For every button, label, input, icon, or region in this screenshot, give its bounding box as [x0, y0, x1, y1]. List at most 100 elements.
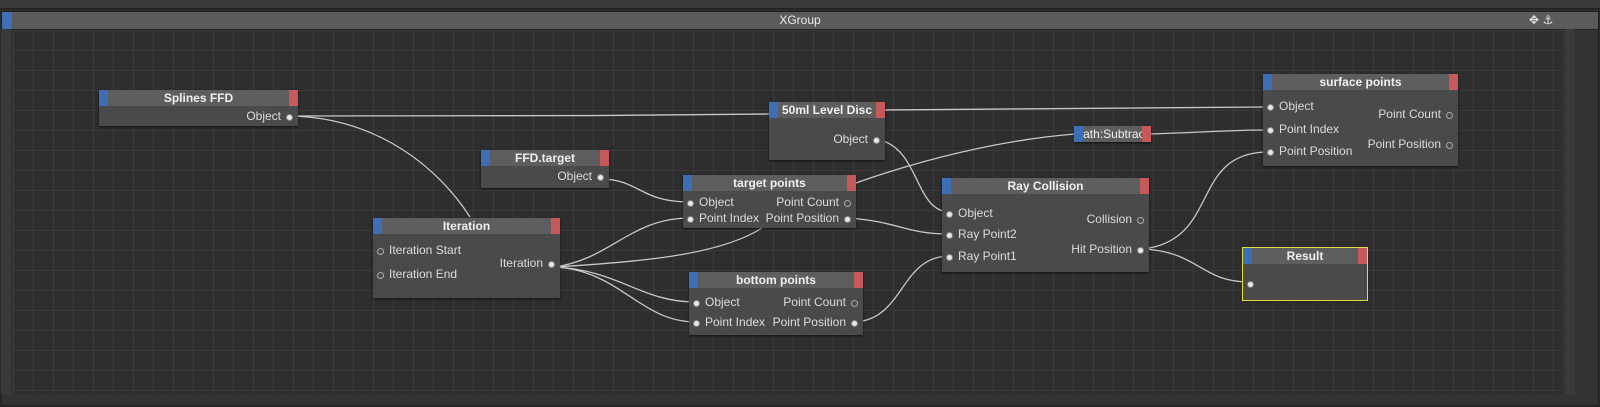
port-dot[interactable] [687, 200, 694, 207]
output-port-object[interactable]: Object [246, 109, 293, 123]
input-cap [689, 272, 698, 288]
node-target-points[interactable]: target points Object Point Index Point C… [683, 175, 856, 228]
move-icon[interactable]: ✥ [1527, 12, 1541, 28]
input-cap [1074, 126, 1083, 142]
node-title: Iteration [442, 219, 491, 233]
port-dot[interactable] [946, 254, 953, 261]
node-header[interactable]: FFD.target [481, 150, 609, 166]
port-dot[interactable] [1137, 217, 1144, 224]
port-dot[interactable] [693, 300, 700, 307]
port-dot[interactable] [377, 272, 384, 279]
input-port-point-index[interactable]: Point Index [687, 211, 759, 225]
output-cap [551, 218, 560, 234]
input-port-object[interactable]: Object [693, 295, 740, 309]
input-port-object[interactable]: Object [1267, 99, 1314, 113]
node-header[interactable]: bottom points [689, 272, 863, 288]
node-result[interactable]: Result [1242, 247, 1368, 301]
output-port-point-position[interactable]: Point Position [766, 211, 851, 225]
port-dot[interactable] [851, 320, 858, 327]
xgroup-titlebar[interactable]: XGroup ✥ ⚓ [2, 12, 1598, 30]
node-header[interactable]: Iteration [373, 218, 560, 234]
output-cap [854, 272, 863, 288]
input-port-object[interactable]: Object [946, 206, 993, 220]
port-dot[interactable] [873, 137, 880, 144]
node-header[interactable]: target points [683, 175, 856, 191]
node-surface-points[interactable]: surface points Object Point Index Point … [1263, 74, 1458, 166]
output-cap [1358, 248, 1367, 264]
right-port-bar [1565, 29, 1575, 395]
node-title: bottom points [736, 273, 816, 287]
input-cap [373, 218, 382, 234]
left-port-bar [1, 29, 11, 395]
output-cap [1140, 178, 1149, 194]
port-dot[interactable] [946, 232, 953, 239]
node-ffd-target[interactable]: FFD.target Object [481, 150, 609, 188]
input-port-ray-point2[interactable]: Ray Point2 [946, 227, 1017, 241]
port-dot[interactable] [1247, 281, 1254, 288]
output-cap [289, 90, 298, 106]
output-cap [847, 175, 856, 191]
node-header[interactable]: surface points [1263, 74, 1458, 90]
node-title: 50ml Level Disc [781, 103, 873, 117]
input-port-iteration-start[interactable]: Iteration Start [377, 243, 461, 257]
input-port-ray-point1[interactable]: Ray Point1 [946, 249, 1017, 263]
node-title: Result [1286, 249, 1324, 263]
input-port-result[interactable] [1247, 276, 1259, 290]
output-port-object[interactable]: Object [557, 169, 604, 183]
output-port-object[interactable]: Object [833, 132, 880, 146]
anchor-icon[interactable]: ⚓ [1541, 12, 1555, 28]
window-title: XGroup [779, 13, 821, 27]
input-port-point-position[interactable]: Point Position [1267, 144, 1352, 158]
output-port-point-count[interactable]: Point Count [1378, 107, 1453, 121]
input-cap [99, 90, 108, 106]
node-bottom-points[interactable]: bottom points Object Point Index Point C… [689, 272, 863, 335]
node-splines-ffd[interactable]: Splines FFD Object [99, 90, 298, 126]
output-cap [1449, 74, 1458, 90]
port-dot[interactable] [377, 248, 384, 255]
output-port-point-count[interactable]: Point Count [783, 295, 858, 309]
output-cap [600, 150, 609, 166]
port-dot[interactable] [1267, 127, 1274, 134]
node-math-subtract[interactable]: lath:Subtrac [1074, 126, 1151, 142]
port-dot[interactable] [1446, 112, 1453, 119]
port-dot[interactable] [687, 216, 694, 223]
node-ray-collision[interactable]: Ray Collision Object Ray Point2 Ray Poin… [942, 178, 1149, 272]
node-header[interactable]: Result [1243, 248, 1367, 264]
top-strip [0, 0, 1600, 9]
node-iteration[interactable]: Iteration Iteration Start Iteration End … [373, 218, 560, 298]
port-dot[interactable] [844, 216, 851, 223]
output-port-iteration[interactable]: Iteration [500, 256, 555, 270]
output-port-point-position[interactable]: Point Position [1368, 137, 1453, 151]
node-header[interactable]: Splines FFD [99, 90, 298, 106]
output-port-collision[interactable]: Collision [1087, 212, 1144, 226]
input-port-iteration-end[interactable]: Iteration End [377, 267, 457, 281]
port-dot[interactable] [286, 114, 293, 121]
port-dot[interactable] [844, 200, 851, 207]
port-dot[interactable] [693, 320, 700, 327]
port-dot[interactable] [851, 300, 858, 307]
port-dot[interactable] [597, 174, 604, 181]
port-dot[interactable] [548, 261, 555, 268]
output-port-point-count[interactable]: Point Count [776, 195, 851, 209]
input-cap [683, 175, 692, 191]
port-dot[interactable] [946, 211, 953, 218]
port-dot[interactable] [1267, 104, 1274, 111]
input-cap [1263, 74, 1272, 90]
port-dot[interactable] [1446, 142, 1453, 149]
node-title: FFD.target [515, 151, 575, 165]
port-dot[interactable] [1267, 149, 1274, 156]
output-cap [876, 102, 885, 118]
node-title: surface points [1319, 75, 1402, 89]
node-title: target points [733, 176, 806, 190]
output-port-hit-position[interactable]: Hit Position [1071, 242, 1144, 256]
node-header[interactable]: lath:Subtrac [1074, 126, 1151, 142]
node-level-disc[interactable]: 50ml Level Disc Object [769, 102, 885, 160]
output-port-point-position[interactable]: Point Position [773, 315, 858, 329]
input-port-object[interactable]: Object [687, 195, 734, 209]
input-port-point-index[interactable]: Point Index [693, 315, 765, 329]
port-dot[interactable] [1137, 247, 1144, 254]
input-cap [481, 150, 490, 166]
node-header[interactable]: Ray Collision [942, 178, 1149, 194]
node-header[interactable]: 50ml Level Disc [769, 102, 885, 118]
input-port-point-index[interactable]: Point Index [1267, 122, 1339, 136]
